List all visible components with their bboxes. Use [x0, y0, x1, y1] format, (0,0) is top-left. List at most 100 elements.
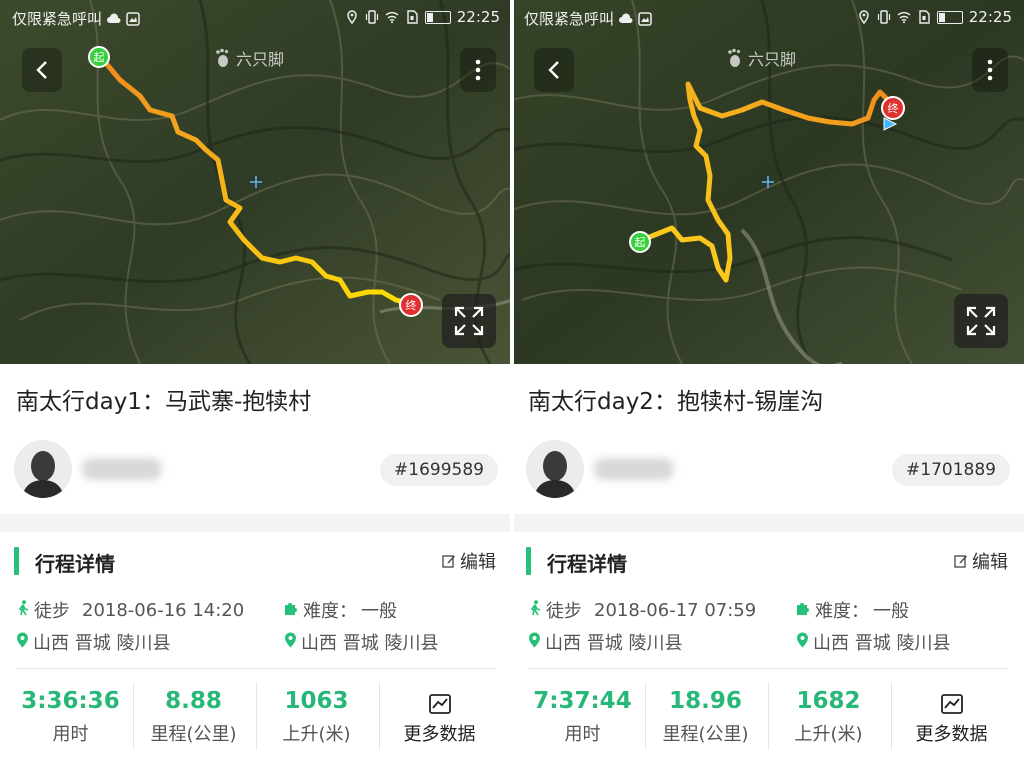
- avatar-image: [526, 440, 584, 498]
- stat-ascent: 1682 上升(米): [768, 678, 889, 756]
- satellite-map[interactable]: 起 终 仅限紧急呼叫 22:25 六只脚: [512, 0, 1024, 364]
- sim-icon: [919, 10, 930, 24]
- section-title: 行程详情: [35, 552, 115, 576]
- status-bar: 仅限紧急呼叫 22:25: [512, 0, 1024, 34]
- username-blurred[interactable]: [594, 458, 674, 480]
- puzzle-icon: [796, 601, 811, 620]
- cloud-icon: [619, 12, 633, 23]
- hiking-icon: [528, 600, 542, 620]
- stats-row: 3:36:36 用时 8.88 里程(公里) 1063 上升(米) 更多数据: [10, 678, 502, 756]
- puzzle-icon: [284, 601, 299, 620]
- back-button[interactable]: [22, 48, 62, 92]
- satellite-map[interactable]: 起 终 仅限紧急呼叫 22:25 六只脚: [0, 0, 512, 364]
- start-location-icon: [16, 632, 29, 653]
- trip-datetime: 2018-06-16 14:20: [82, 599, 245, 621]
- stat-duration-value: 3:36:36: [21, 688, 120, 714]
- start-marker[interactable]: 起: [629, 231, 651, 253]
- start-location-icon: [528, 632, 541, 653]
- stat-duration-value: 7:37:44: [533, 688, 632, 714]
- more-menu-button[interactable]: [972, 48, 1008, 92]
- fullscreen-button[interactable]: [954, 294, 1008, 348]
- sim-icon: [407, 10, 418, 24]
- hiking-icon: [16, 600, 30, 620]
- more-vertical-icon: [987, 59, 993, 81]
- more-data-button[interactable]: 更多数据: [379, 678, 500, 756]
- battery-icon: [936, 10, 963, 24]
- stat-distance-value: 18.96: [669, 688, 742, 714]
- avatar[interactable]: [14, 440, 72, 498]
- divider: [528, 668, 1008, 669]
- vibrate-icon: [365, 10, 378, 24]
- edit-icon: [442, 555, 455, 568]
- info-row-2: 山西 晋城 陵川县 山西 晋城 陵川县: [16, 629, 506, 655]
- location-icon: [347, 10, 357, 24]
- stat-distance: 8.88 里程(公里): [133, 678, 254, 756]
- trip-datetime: 2018-06-17 07:59: [594, 599, 757, 621]
- more-data-label: 更多数据: [403, 724, 476, 745]
- image-icon: [126, 11, 140, 26]
- image-icon: [638, 11, 652, 26]
- trip-panel-day2: 起 终 仅限紧急呼叫 22:25 六只脚 南太行day2：抱犊村-锡崖沟 #17…: [512, 0, 1024, 768]
- chevron-left-icon: [548, 61, 559, 79]
- carrier-text: 仅限紧急呼叫: [12, 10, 103, 28]
- section-title: 行程详情: [547, 552, 627, 576]
- clock-text: 22:25: [968, 8, 1012, 26]
- logo-text: 六只脚: [748, 50, 797, 69]
- stats-row: 7:37:44 用时 18.96 里程(公里) 1682 上升(米) 更多数据: [522, 678, 1014, 756]
- avatar-image: [14, 440, 72, 498]
- fullscreen-button[interactable]: [442, 294, 496, 348]
- trip-panel-day1: 起 终 仅限紧急呼叫 22:25 六只脚 南太行day1：马武寨-抱犊村 #16…: [0, 0, 512, 768]
- trip-details-header: 行程详情 编辑: [0, 540, 512, 580]
- trip-title: 南太行day1：马武寨-抱犊村: [16, 389, 312, 415]
- start-marker[interactable]: 起: [88, 46, 110, 68]
- more-data-label: 更多数据: [915, 724, 988, 745]
- more-menu-button[interactable]: [460, 48, 496, 92]
- chevron-left-icon: [36, 61, 47, 79]
- trip-id-badge: #1699589: [380, 454, 498, 486]
- trip-title: 南太行day2：抱犊村-锡崖沟: [528, 389, 824, 415]
- back-button[interactable]: [534, 48, 574, 92]
- stat-duration-label: 用时: [52, 724, 89, 745]
- stat-duration: 7:37:44 用时: [522, 678, 643, 756]
- info-row-1: 徒步 2018-06-17 07:59 难度： 一般: [528, 597, 1018, 623]
- accent-bar: [526, 547, 531, 575]
- clock-text: 22:25: [456, 8, 500, 26]
- difficulty-value: 一般: [873, 601, 909, 622]
- expand-icon: [454, 306, 484, 336]
- stat-ascent-value: 1063: [284, 688, 349, 714]
- stat-distance-label: 里程(公里): [150, 724, 237, 745]
- end-marker[interactable]: 终: [399, 293, 423, 317]
- difficulty-value: 一般: [361, 601, 397, 622]
- stat-ascent-label: 上升(米): [794, 724, 863, 745]
- end-marker-label: 终: [887, 102, 899, 115]
- stat-distance-label: 里程(公里): [662, 724, 749, 745]
- stat-ascent-label: 上升(米): [282, 724, 351, 745]
- section-divider: [0, 514, 512, 532]
- divider: [16, 668, 496, 669]
- trip-details-header: 行程详情 编辑: [512, 540, 1024, 580]
- status-bar: 仅限紧急呼叫 22:25: [0, 0, 512, 34]
- end-location: 山西 晋城 陵川县: [301, 633, 439, 654]
- stat-ascent-value: 1682: [796, 688, 861, 714]
- start-marker-label: 起: [93, 51, 105, 64]
- start-marker-label: 起: [634, 236, 646, 249]
- avatar[interactable]: [526, 440, 584, 498]
- trip-id-badge: #1701889: [892, 454, 1010, 486]
- end-location-icon: [796, 632, 809, 653]
- edit-button[interactable]: 编辑: [954, 548, 1008, 574]
- end-marker[interactable]: 终: [881, 96, 905, 120]
- edit-label: 编辑: [972, 552, 1008, 573]
- cloud-icon: [107, 12, 121, 23]
- more-vertical-icon: [475, 59, 481, 81]
- activity-type: 徒步: [546, 601, 582, 622]
- section-divider: [512, 514, 1024, 532]
- edit-label: 编辑: [460, 552, 496, 573]
- more-data-button[interactable]: 更多数据: [891, 678, 1012, 756]
- footprint-icon: [216, 48, 229, 67]
- end-location: 山西 晋城 陵川县: [813, 633, 951, 654]
- edit-button[interactable]: 编辑: [442, 548, 496, 574]
- stat-ascent: 1063 上升(米): [256, 678, 377, 756]
- expand-icon: [966, 306, 996, 336]
- username-blurred[interactable]: [82, 458, 162, 480]
- stat-distance: 18.96 里程(公里): [645, 678, 766, 756]
